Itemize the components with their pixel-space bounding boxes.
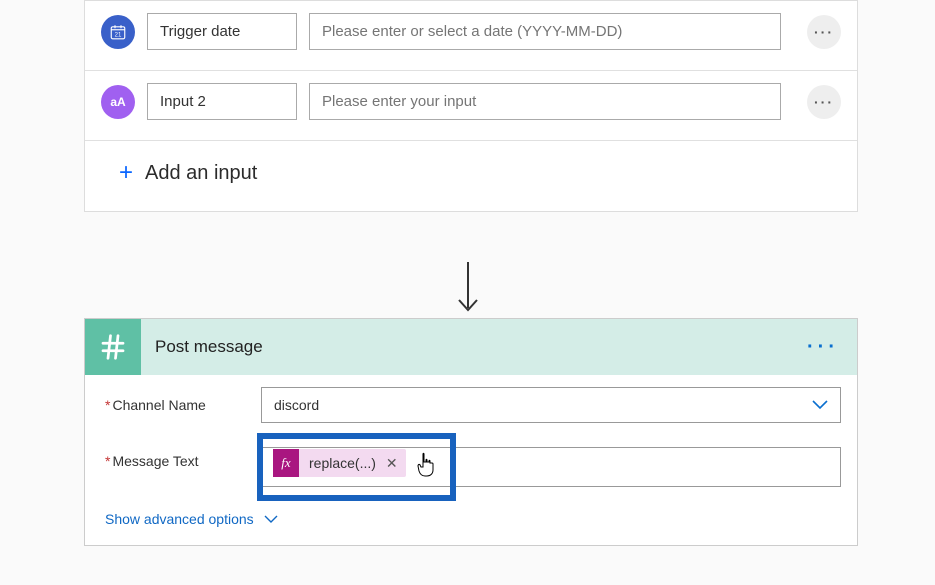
- action-title: Post message: [141, 337, 807, 357]
- svg-text:21: 21: [115, 32, 122, 38]
- token-remove-button[interactable]: ✕: [386, 455, 406, 472]
- fx-icon: fx: [273, 449, 299, 477]
- action-header[interactable]: Post message ···: [85, 319, 857, 375]
- token-text: replace(...): [299, 455, 386, 471]
- message-text-row: *Message Text fx replace(...) ✕: [85, 429, 857, 493]
- input-more-button[interactable]: ···: [807, 15, 841, 49]
- input-name-field[interactable]: [147, 13, 297, 50]
- add-input-label: Add an input: [145, 162, 257, 185]
- channel-select[interactable]: discord: [261, 387, 841, 423]
- channel-value: discord: [274, 397, 319, 413]
- input-value-field[interactable]: [309, 13, 781, 50]
- plus-icon: +: [119, 159, 133, 187]
- chevron-down-icon: [812, 397, 828, 413]
- calendar-icon: 21: [101, 15, 135, 49]
- expression-token[interactable]: fx replace(...) ✕: [273, 449, 406, 477]
- trigger-input-row: aA ···: [85, 71, 857, 141]
- channel-name-row: *Channel Name discord: [85, 375, 857, 429]
- highlight-box: fx replace(...) ✕: [257, 433, 456, 501]
- advanced-options-label: Show advanced options: [105, 511, 254, 527]
- trigger-input-row: 21 ···: [85, 1, 857, 71]
- input-more-button[interactable]: ···: [807, 85, 841, 119]
- chevron-down-icon: [264, 515, 278, 523]
- action-card: Post message ··· *Channel Name discord *…: [84, 318, 858, 546]
- flow-arrow-icon: [453, 262, 483, 317]
- input-value-field[interactable]: [309, 83, 781, 120]
- input-name-field[interactable]: [147, 83, 297, 120]
- message-text-label: *Message Text: [101, 447, 261, 469]
- text-icon: aA: [101, 85, 135, 119]
- add-input-button[interactable]: + Add an input: [85, 141, 857, 187]
- show-advanced-options[interactable]: Show advanced options: [85, 493, 857, 545]
- slack-hash-icon: [85, 319, 141, 375]
- action-more-button[interactable]: ···: [807, 336, 839, 359]
- channel-name-label: *Channel Name: [101, 397, 261, 413]
- trigger-card: 21 ··· aA ··· + Add an input: [84, 0, 858, 212]
